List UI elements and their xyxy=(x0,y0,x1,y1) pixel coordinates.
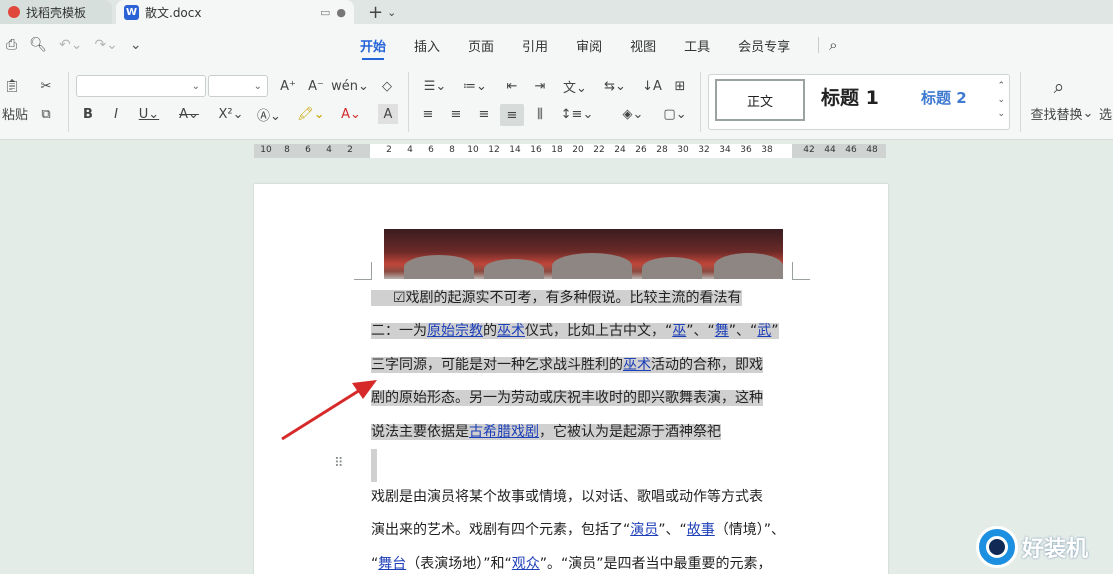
arrow-head xyxy=(352,380,377,399)
watermark-logo-icon xyxy=(976,526,1018,568)
watermark-text: 好装机 xyxy=(1022,537,1089,562)
watermark: 好装机 xyxy=(976,524,1113,570)
arrow-shaft xyxy=(281,388,361,441)
annotation-arrow xyxy=(281,380,377,441)
